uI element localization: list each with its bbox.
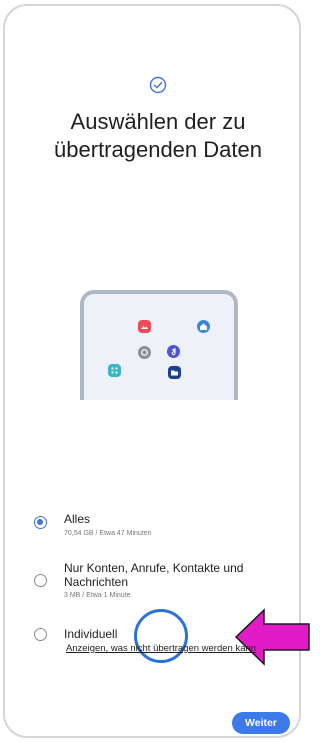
settings-icon — [138, 346, 151, 359]
weiter-button[interactable]: Weiter — [232, 712, 290, 734]
arrow-left-icon — [234, 608, 310, 666]
not-transferable-link[interactable]: Anzeigen, was nicht übertragen werden ka… — [30, 643, 292, 654]
option-detail: 70,54 GB / Etwa 47 Minuten — [64, 530, 152, 537]
folder-icon — [168, 366, 181, 379]
radio-alles[interactable] — [34, 516, 47, 529]
page-title: Auswählen der zu übertragenden Daten — [54, 109, 262, 162]
gallery-icon — [138, 320, 151, 333]
option-label: Nur Konten, Anrufe, Kontakte und Nachric… — [64, 561, 244, 589]
check-circle-icon — [149, 76, 167, 94]
option-label: Individuell — [64, 627, 118, 641]
option-label: Alles — [64, 512, 91, 526]
home-icon — [197, 320, 210, 333]
highlight-circle — [134, 609, 188, 663]
music-icon — [167, 345, 180, 358]
phone-illustration — [80, 290, 242, 400]
radio-individuell[interactable] — [34, 628, 47, 641]
option-detail: 3 MB / Etwa 1 Minute — [64, 592, 131, 599]
radio-nur-konten[interactable] — [34, 574, 47, 587]
apps-icon — [108, 364, 121, 377]
